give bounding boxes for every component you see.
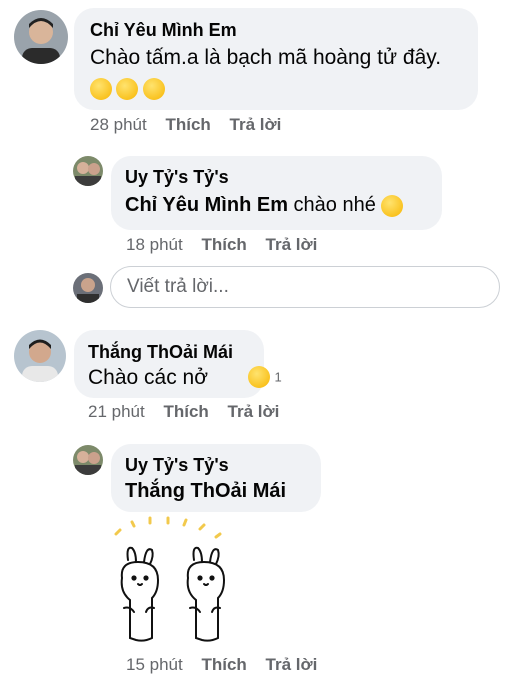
emoji-row bbox=[90, 78, 165, 100]
mention-link[interactable]: Thắng ThOải Mái bbox=[125, 480, 286, 503]
avatar[interactable] bbox=[73, 445, 103, 475]
comment-meta: 18 phút Thích Trả lời bbox=[126, 235, 317, 255]
comment-meta: 15 phút Thích Trả lời bbox=[126, 655, 317, 675]
rofl-emoji-icon bbox=[116, 78, 139, 100]
comment-text: chào nhé bbox=[293, 194, 376, 216]
like-button[interactable]: Thích bbox=[163, 402, 208, 421]
reply-button[interactable]: Trả lời bbox=[228, 402, 280, 421]
two-bunnies-sticker[interactable] bbox=[108, 512, 248, 652]
rofl-emoji-icon bbox=[142, 78, 165, 100]
comment-author[interactable]: Thắng ThOải Mái bbox=[88, 342, 233, 363]
comment-text: Chào tấm.a là bạch mã hoàng tử đây. bbox=[90, 46, 442, 69]
comment-time[interactable]: 15 phút bbox=[126, 655, 183, 674]
avatar[interactable] bbox=[14, 330, 66, 382]
comment-text: Chào các nở bbox=[88, 366, 209, 389]
reply-input[interactable] bbox=[125, 275, 489, 299]
comment-time[interactable]: 18 phút bbox=[126, 235, 183, 254]
like-button[interactable]: Thích bbox=[165, 115, 210, 134]
like-button[interactable]: Thích bbox=[201, 235, 246, 254]
comment-author[interactable]: Uy Tỷ's Tỷ's bbox=[125, 167, 229, 188]
comment-time[interactable]: 21 phút bbox=[88, 402, 145, 421]
sweat-smile-emoji-icon bbox=[381, 194, 404, 217]
comment-meta: 28 phút Thích Trả lời bbox=[90, 115, 281, 135]
comment-text-line: Chỉ Yêu Mình Em chào nhé bbox=[125, 194, 404, 217]
comment-bubble: Thắng ThOải Mái Chào các nở bbox=[74, 330, 264, 398]
comment-author[interactable]: Chỉ Yêu Mình Em bbox=[90, 20, 237, 41]
mention-link[interactable]: Chỉ Yêu Mình Em bbox=[125, 194, 288, 216]
reaction-summary[interactable]: 1 bbox=[248, 366, 282, 388]
reaction-count: 1 bbox=[274, 369, 282, 385]
reply-button[interactable]: Trả lời bbox=[230, 115, 282, 134]
reply-button[interactable]: Trả lời bbox=[266, 235, 318, 254]
reply-box[interactable] bbox=[110, 266, 500, 308]
comment-time[interactable]: 28 phút bbox=[90, 115, 147, 134]
like-button[interactable]: Thích bbox=[201, 655, 246, 674]
comment-bubble: Chỉ Yêu Mình Em Chào tấm.a là bạch mã ho… bbox=[74, 8, 478, 110]
comment-meta: 21 phút Thích Trả lời bbox=[88, 402, 279, 422]
comment-author[interactable]: Uy Tỷ's Tỷ's bbox=[125, 455, 229, 476]
comment-bubble: Uy Tỷ's Tỷ's Thắng ThOải Mái bbox=[111, 444, 321, 512]
haha-reaction-icon bbox=[248, 366, 270, 388]
rofl-emoji-icon bbox=[90, 78, 112, 100]
comment-bubble: Uy Tỷ's Tỷ's Chỉ Yêu Mình Em chào nhé bbox=[111, 156, 442, 230]
avatar[interactable] bbox=[73, 156, 103, 186]
reply-button[interactable]: Trả lời bbox=[266, 655, 318, 674]
current-user-avatar bbox=[73, 273, 103, 303]
avatar[interactable] bbox=[14, 10, 68, 64]
